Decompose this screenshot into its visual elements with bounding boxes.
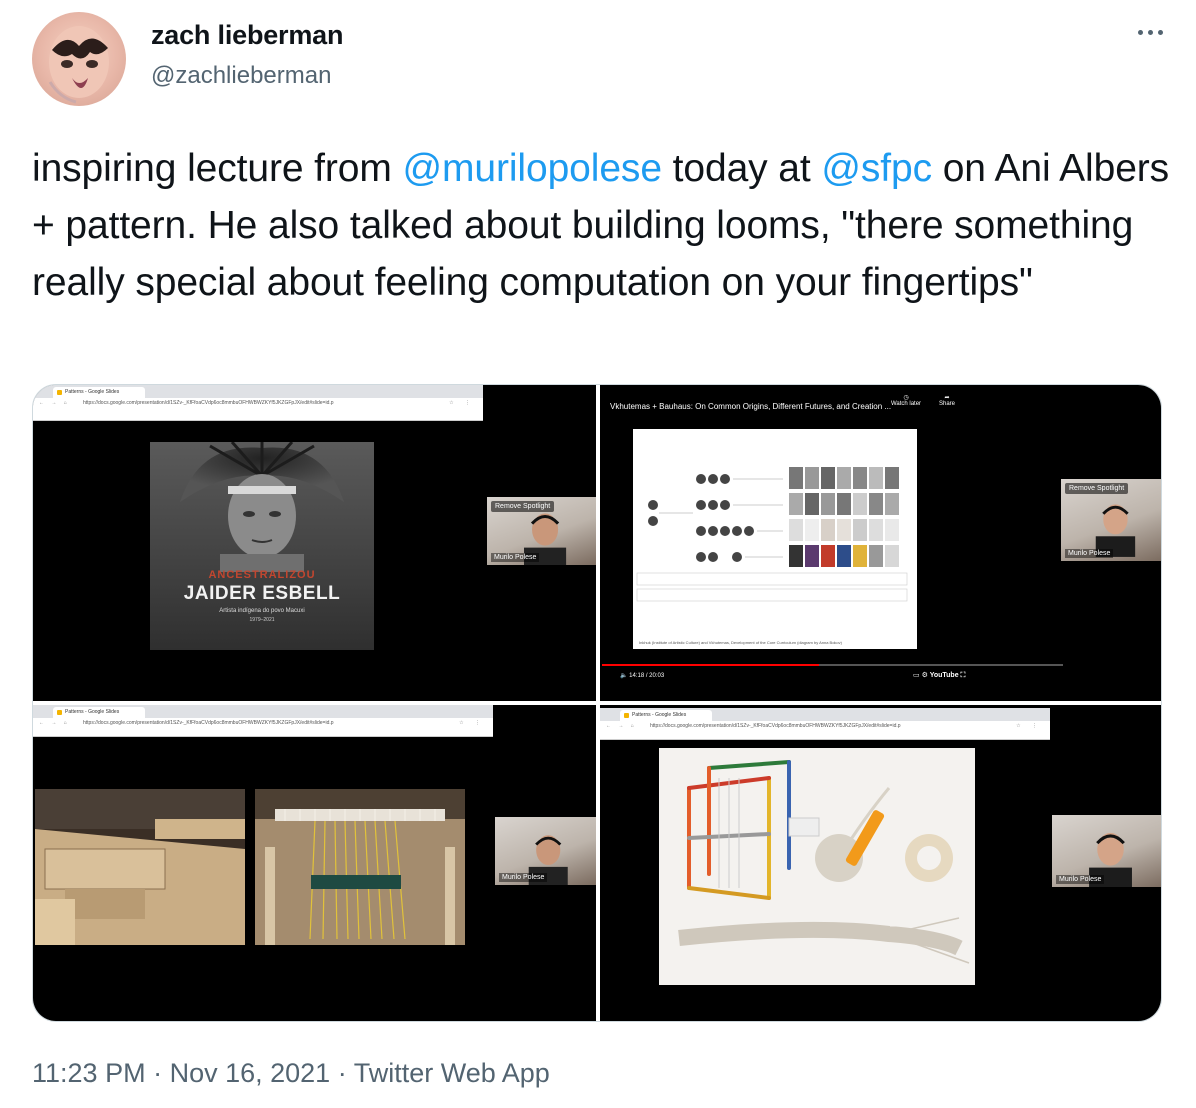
avatar[interactable] xyxy=(32,12,126,106)
browser-tab-bar: Patterns - Google Slides xyxy=(33,705,493,718)
video-progress-fill xyxy=(602,664,819,666)
tweet-text: inspiring lecture from @murilopolese tod… xyxy=(32,140,1172,311)
mention-link[interactable]: @sfpc xyxy=(821,147,932,190)
media-image-4[interactable]: Patterns - Google Slides ← → ⌂ https://d… xyxy=(600,705,1161,1021)
more-icon[interactable] xyxy=(1130,22,1170,42)
participant-name: Murilo Polese xyxy=(1056,875,1105,884)
video-title: Vkhutemas + Bauhaus: On Common Origins, … xyxy=(610,402,892,411)
tweet-time-link[interactable]: 11:23 PM xyxy=(32,1058,146,1088)
clock-icon: ◷ xyxy=(903,395,909,401)
participant-video[interactable]: Remove Spotlight Murilo Polese xyxy=(487,497,596,565)
address-bar: ← → ⌂ https://docs.google.com/presentati… xyxy=(33,398,483,409)
remove-spotlight-button[interactable]: Remove Spotlight xyxy=(491,501,555,512)
tweet-text-segment: today at xyxy=(661,147,822,190)
browser-tab-bar: Patterns - Google Slides xyxy=(600,708,1050,721)
poster-subtitle: Artista indígena do povo Macuxi xyxy=(219,608,305,614)
volume-icon[interactable]: 🔈 xyxy=(620,673,627,679)
browser-window: Patterns - Google Slides ← → ⌂ https://d… xyxy=(600,708,1050,740)
participant-name: Murilo Polese xyxy=(499,873,548,882)
youtube-logo[interactable]: ▭ ⚙ YouTube ⛶ xyxy=(913,671,965,680)
slide-poster: ANCESTRALIZOU JAIDER ESBELL Artista indí… xyxy=(150,442,374,650)
video-time: 🔈 14:18 / 20:03 xyxy=(620,672,664,679)
video-time-label: 14:18 / 20:03 xyxy=(629,673,665,679)
browser-nav-icons: ← → ⌂ xyxy=(39,720,70,726)
diagram-caption: Inkhuk (Institute of Artistic Culture) a… xyxy=(639,640,842,645)
url-text: https://docs.google.com/presentation/d/1… xyxy=(83,720,334,726)
participant-name: Murilo Polese xyxy=(1065,549,1114,558)
tweet-text-segment: inspiring lecture from xyxy=(32,147,403,190)
separator: · xyxy=(145,1058,170,1088)
loom-photo xyxy=(255,789,465,945)
browser-action-icons: ☆ ⋮ xyxy=(459,720,485,726)
more-dot xyxy=(1157,29,1163,35)
user-handle[interactable]: @zachlieberman xyxy=(151,62,331,90)
curriculum-diagram: Inkhuk (Institute of Artistic Culture) a… xyxy=(633,429,917,649)
browser-tab-bar: Patterns - Google Slides xyxy=(33,385,483,398)
browser-nav-icons: ← → ⌂ xyxy=(39,400,70,406)
participant-video[interactable]: Murilo Polese xyxy=(1052,815,1161,887)
workbench-photo xyxy=(35,789,245,945)
tweet-source-link[interactable]: Twitter Web App xyxy=(354,1058,550,1088)
poster-title: JAIDER ESBELL xyxy=(183,583,341,604)
media-grid: Patterns - Google Slides ← → ⌂ https://d… xyxy=(32,384,1162,1022)
diagram-chart xyxy=(636,467,908,602)
browser-tab: Patterns - Google Slides xyxy=(620,710,712,721)
browser-action-icons: ☆ ⋮ xyxy=(1016,723,1042,729)
display-name[interactable]: zach lieberman xyxy=(151,20,343,51)
share-icon: ➦ xyxy=(944,395,950,401)
browser-nav-icons: ← → ⌂ xyxy=(606,723,637,729)
separator: · xyxy=(330,1058,354,1088)
address-bar: ← → ⌂ https://docs.google.com/presentati… xyxy=(33,718,493,729)
participant-video[interactable]: Murilo Polese xyxy=(495,817,596,885)
watch-later-button[interactable]: ◷ Watch later xyxy=(889,394,923,407)
fullscreen-icon[interactable]: ⛶ xyxy=(961,672,966,679)
participant-name: Murilo Polese xyxy=(491,553,540,562)
url-text: https://docs.google.com/presentation/d/1… xyxy=(650,723,901,729)
media-image-3[interactable]: Patterns - Google Slides ← → ⌂ https://d… xyxy=(33,705,596,1021)
portrait-image xyxy=(180,442,344,572)
share-label: Share xyxy=(938,401,955,407)
youtube-label: YouTube xyxy=(929,672,959,679)
browser-tab: Patterns - Google Slides xyxy=(53,707,145,718)
settings-icon[interactable]: ⚙ xyxy=(922,672,928,679)
watch-later-label: Watch later xyxy=(890,401,922,407)
media-image-2[interactable]: Vkhutemas + Bauhaus: On Common Origins, … xyxy=(600,385,1161,701)
toy-loom-photo xyxy=(659,748,975,985)
more-dot xyxy=(1137,29,1143,35)
poster-kicker: ANCESTRALIZOU xyxy=(208,569,316,581)
participant-video[interactable]: Remove Spotlight Murilo Polese xyxy=(1061,479,1161,561)
poster-years: 1979–2021 xyxy=(249,617,275,623)
url-text: https://docs.google.com/presentation/d/1… xyxy=(83,400,334,406)
share-button[interactable]: ➦ Share xyxy=(930,394,964,407)
address-bar: ← → ⌂ https://docs.google.com/presentati… xyxy=(600,721,1050,732)
tweet-date-link[interactable]: Nov 16, 2021 xyxy=(170,1058,331,1088)
browser-action-icons: ☆ ⋮ xyxy=(449,400,475,406)
browser-window: Patterns - Google Slides ← → ⌂ https://d… xyxy=(33,705,493,737)
video-progress-bar[interactable] xyxy=(602,664,1063,666)
captions-icon[interactable]: ▭ xyxy=(913,672,920,679)
media-image-1[interactable]: Patterns - Google Slides ← → ⌂ https://d… xyxy=(33,385,596,701)
mention-link[interactable]: @murilopolese xyxy=(403,147,663,190)
more-dot xyxy=(1147,29,1153,35)
browser-window: Patterns - Google Slides ← → ⌂ https://d… xyxy=(33,385,483,421)
browser-tab: Patterns - Google Slides xyxy=(53,387,145,398)
remove-spotlight-button[interactable]: Remove Spotlight xyxy=(1065,483,1129,494)
tweet-meta: 11:23 PM · Nov 16, 2021 · Twitter Web Ap… xyxy=(32,1058,550,1089)
